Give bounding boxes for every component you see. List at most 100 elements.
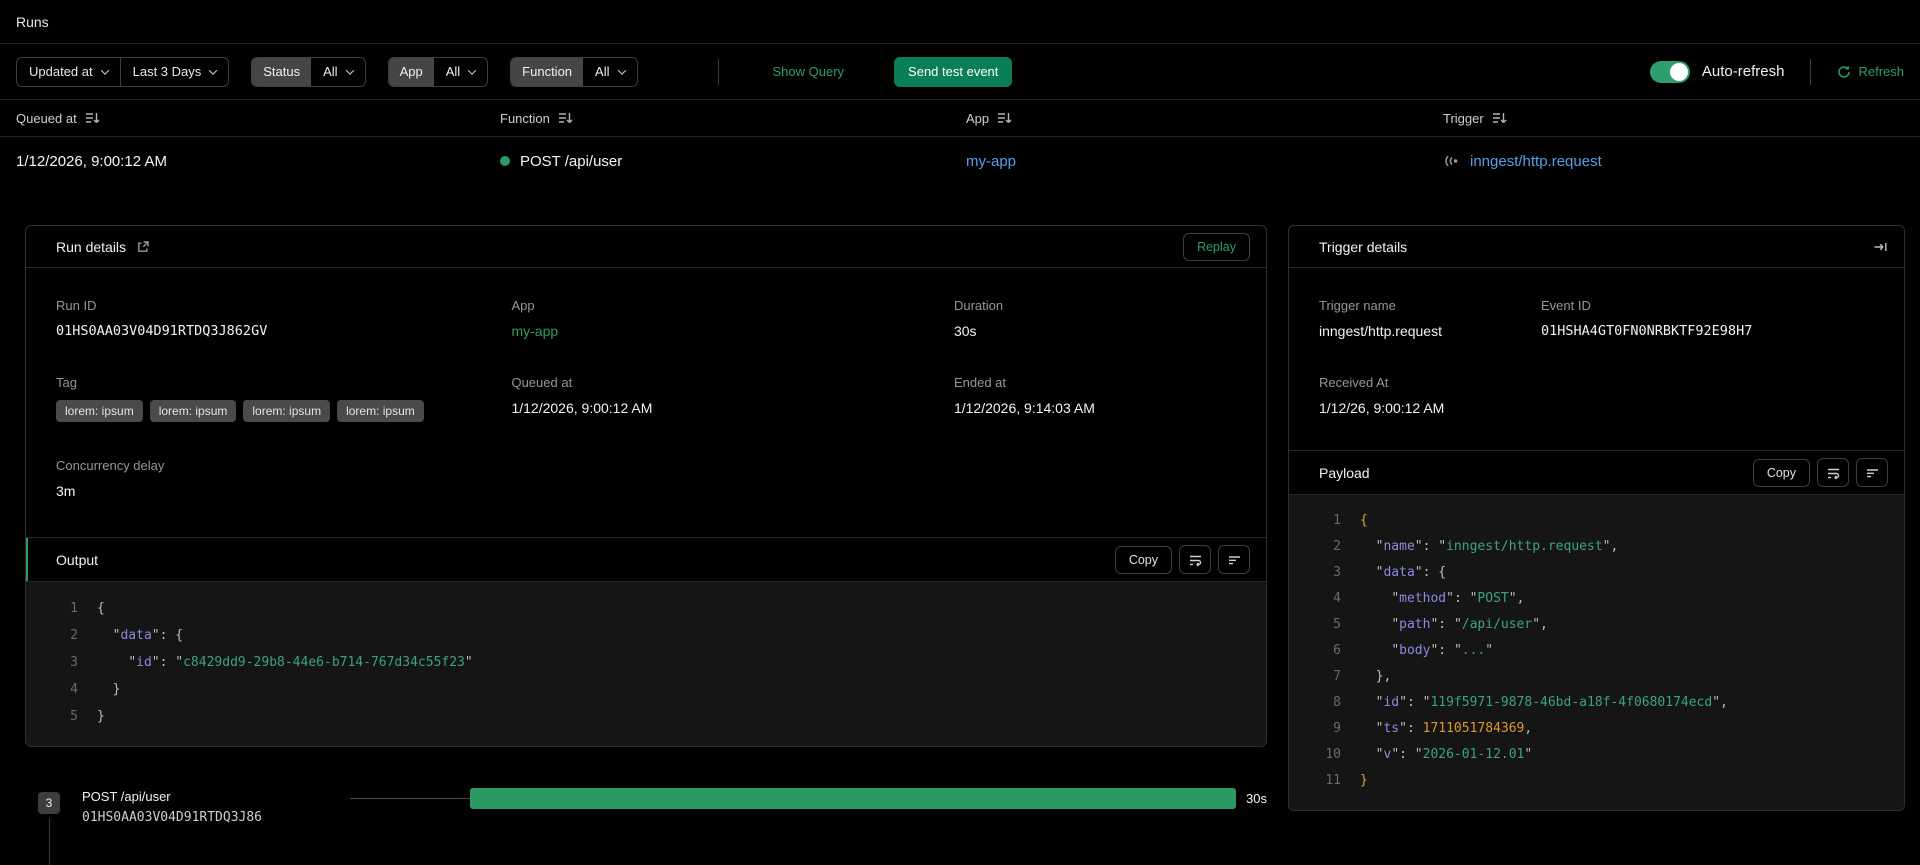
app-filter-selected: All — [445, 64, 461, 79]
divider — [717, 58, 719, 85]
payload-title: Payload — [1319, 464, 1370, 481]
copy-payload-button[interactable]: Copy — [1752, 458, 1810, 487]
run-function-cell[interactable]: POST /api/user — [500, 153, 966, 170]
run-app-link[interactable]: my-app — [966, 153, 1443, 170]
copy-output-button[interactable]: Copy — [1114, 545, 1172, 574]
column-header-queued-at[interactable]: Queued at — [16, 111, 500, 126]
format-button[interactable] — [1218, 545, 1250, 574]
time-field-select[interactable]: Updated at — [17, 58, 120, 86]
auto-refresh-toggle[interactable] — [1649, 60, 1690, 83]
step-badge-column: 3 — [38, 787, 60, 865]
code-line: 4 } — [54, 676, 1250, 703]
field-run-id: Run ID 01HS0AA03V04D91RTDQ3J862GV — [56, 298, 511, 339]
run-queued-at: 1/12/2026, 9:00:12 AM — [16, 152, 167, 170]
code-line: 2 " data ": { — [54, 622, 1250, 649]
sort-icon — [558, 113, 573, 123]
run-id-value: 01HS0AA03V04D91RTDQ3J862GV — [56, 323, 268, 339]
status-dot — [500, 156, 510, 166]
divider — [1810, 58, 1812, 85]
field-label: Concurrency delay — [56, 458, 165, 473]
runs-table-header: Queued at Function App Trigger — [0, 100, 1920, 137]
field-trigger-name: Trigger name inngest/http.request — [1319, 298, 1541, 339]
code-line: 5} — [54, 703, 1250, 730]
refresh-button[interactable]: Refresh — [1837, 64, 1904, 79]
time-field-value: Updated at — [29, 64, 93, 79]
align-left-icon — [1228, 555, 1240, 564]
trigger-details-fields: Trigger name inngest/http.request Event … — [1289, 268, 1904, 450]
ended-at-value: 1/12/2026, 9:14:03 AM — [953, 400, 1095, 416]
app-filter-value[interactable]: All — [434, 58, 487, 86]
code-line: 9 " ts ": 1711051784369, — [1317, 716, 1888, 742]
tag-pills: lorem: ipsum lorem: ipsum lorem: ipsum lore… — [56, 400, 511, 422]
column-label: Function — [500, 110, 550, 126]
field-label: Event ID — [1541, 298, 1591, 313]
run-details-title-wrap: Run details — [56, 239, 150, 255]
code-line: 1{ — [54, 595, 1250, 622]
run-details-title: Run details — [56, 238, 127, 255]
code-line: 2 " name ": " inngest/http.request ", — [1317, 534, 1888, 560]
field-received-at: Received At 1/12/26, 9:00:12 AM — [1319, 375, 1874, 416]
column-header-trigger[interactable]: Trigger — [1443, 111, 1920, 126]
word-wrap-icon — [1189, 555, 1201, 567]
app-link[interactable]: my-app — [511, 323, 954, 339]
duration-value: 30s — [953, 323, 977, 339]
field-label: App — [511, 298, 535, 313]
function-filter[interactable]: Function All — [510, 56, 638, 87]
line-number: 2 — [1333, 539, 1341, 554]
chevron-down-icon — [209, 65, 218, 75]
field-queued-at: Queued at 1/12/2026, 9:00:12 AM — [511, 375, 954, 422]
send-test-event-button[interactable]: Send test event — [894, 56, 1013, 87]
column-header-function[interactable]: Function — [500, 111, 966, 126]
trigger-details-header: Trigger details — [1289, 226, 1904, 268]
received-at-value: 1/12/26, 9:00:12 AM — [1319, 400, 1445, 416]
time-range-select[interactable]: Last 3 Days — [121, 58, 229, 86]
show-query-button[interactable]: Show Query — [773, 64, 845, 79]
word-wrap-button[interactable] — [1179, 545, 1211, 574]
event-id-value: 01HSHA4GT0FN0NRBKTF92E98H7 — [1541, 323, 1753, 339]
output-code-block[interactable]: 1{2 " data ": {3 " id ": " c8429dd9-29b8-44e6… — [26, 582, 1266, 746]
payload-code-block[interactable]: 1{2 " name ": " inngest/http.request ", 3 " da… — [1289, 495, 1904, 810]
code-line: 6 " body ": "... " — [1317, 638, 1888, 664]
line-number: 2 — [70, 628, 78, 643]
field-label: Received At — [1319, 375, 1389, 390]
app-filter[interactable]: App All — [387, 56, 489, 87]
code-line: 3 " data ": { — [1317, 560, 1888, 586]
align-left-icon — [1866, 468, 1878, 477]
run-table-row[interactable]: 1/12/2026, 9:00:12 AM POST /api/user my-… — [0, 137, 1920, 185]
status-filter[interactable]: Status All — [251, 56, 366, 87]
line-number: 3 — [70, 655, 78, 670]
field-label: Run ID — [56, 298, 97, 313]
external-link-icon[interactable] — [136, 240, 150, 254]
run-trigger-name: inngest/http.request — [1470, 152, 1602, 170]
step-count-badge[interactable]: 3 — [38, 792, 60, 814]
chevron-down-icon — [345, 65, 354, 75]
webhook-icon — [1445, 155, 1458, 167]
refresh-icon — [1838, 65, 1851, 78]
timeline-duration-bar[interactable] — [470, 788, 1237, 809]
run-trigger-link[interactable]: inngest/http.request — [1443, 153, 1920, 170]
line-number: 11 — [1325, 773, 1341, 788]
field-label: Trigger name — [1319, 298, 1396, 313]
column-header-app[interactable]: App — [966, 111, 1443, 126]
status-filter-selected: All — [323, 64, 338, 79]
status-filter-value[interactable]: All — [311, 58, 364, 86]
word-wrap-icon — [1827, 468, 1839, 480]
column-label: App — [966, 110, 990, 126]
line-number: 6 — [1333, 643, 1341, 658]
format-button[interactable] — [1856, 458, 1888, 487]
code-line: 10 " v ": " 2026-01-12.01 " — [1317, 742, 1888, 768]
page-title: Runs — [16, 13, 49, 30]
sort-icon — [998, 113, 1012, 123]
collapse-panel-button[interactable] — [1873, 240, 1888, 254]
sort-icon — [1492, 113, 1507, 123]
code-line: 1{ — [1317, 508, 1888, 534]
function-filter-value[interactable]: All — [583, 58, 636, 86]
queued-at-value: 1/12/2026, 9:00:12 AM — [511, 400, 653, 416]
trigger-details-title: Trigger details — [1319, 238, 1408, 255]
word-wrap-button[interactable] — [1817, 458, 1849, 487]
replay-button[interactable]: Replay — [1183, 232, 1250, 261]
run-timeline-row[interactable]: 3 POST /api/user 01HS0AA03V04D91RTDQ3J86… — [38, 787, 1267, 865]
field-duration: Duration 30s — [954, 298, 1236, 339]
time-filter-group: Updated at Last 3 Days — [16, 56, 230, 87]
line-number: 5 — [70, 709, 78, 724]
